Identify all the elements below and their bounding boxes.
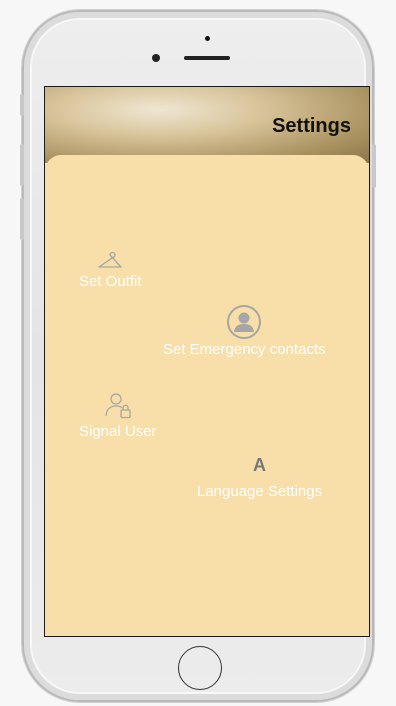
- mute-switch: [20, 94, 24, 116]
- signal-user-label: Signal User: [79, 423, 157, 440]
- language-settings-label: Language Settings: [197, 483, 323, 500]
- set-outfit-item[interactable]: Set Outfit: [79, 251, 142, 290]
- set-outfit-label: Set Outfit: [79, 273, 142, 290]
- header-bar: Settings: [45, 87, 369, 163]
- set-emergency-contacts-label: Set Emergency contacts: [163, 341, 326, 358]
- volume-up-button: [20, 144, 24, 186]
- user-lock-icon: [105, 393, 131, 419]
- phone-frame: Settings Set Outfit Set Emergency contac…: [20, 10, 376, 702]
- set-emergency-contacts-item[interactable]: Set Emergency contacts: [163, 305, 326, 358]
- language-settings-item[interactable]: A Language Settings: [197, 455, 322, 500]
- settings-panel: Set Outfit Set Emergency contacts Signal…: [45, 155, 369, 636]
- app-screen: Settings Set Outfit Set Emergency contac…: [44, 86, 370, 637]
- page-title: Settings: [272, 115, 351, 137]
- proximity-sensor: [205, 36, 210, 41]
- earpiece-speaker: [184, 56, 230, 60]
- canvas: Settings Set Outfit Set Emergency contac…: [0, 0, 396, 706]
- letter-a-icon: A: [253, 455, 267, 475]
- power-button: [372, 144, 376, 188]
- hanger-icon: [98, 251, 122, 268]
- signal-user-item[interactable]: Signal User: [79, 391, 157, 440]
- front-camera: [152, 54, 160, 62]
- home-button[interactable]: [178, 646, 222, 690]
- volume-down-button: [20, 198, 24, 240]
- contact-avatar-icon: [227, 305, 262, 339]
